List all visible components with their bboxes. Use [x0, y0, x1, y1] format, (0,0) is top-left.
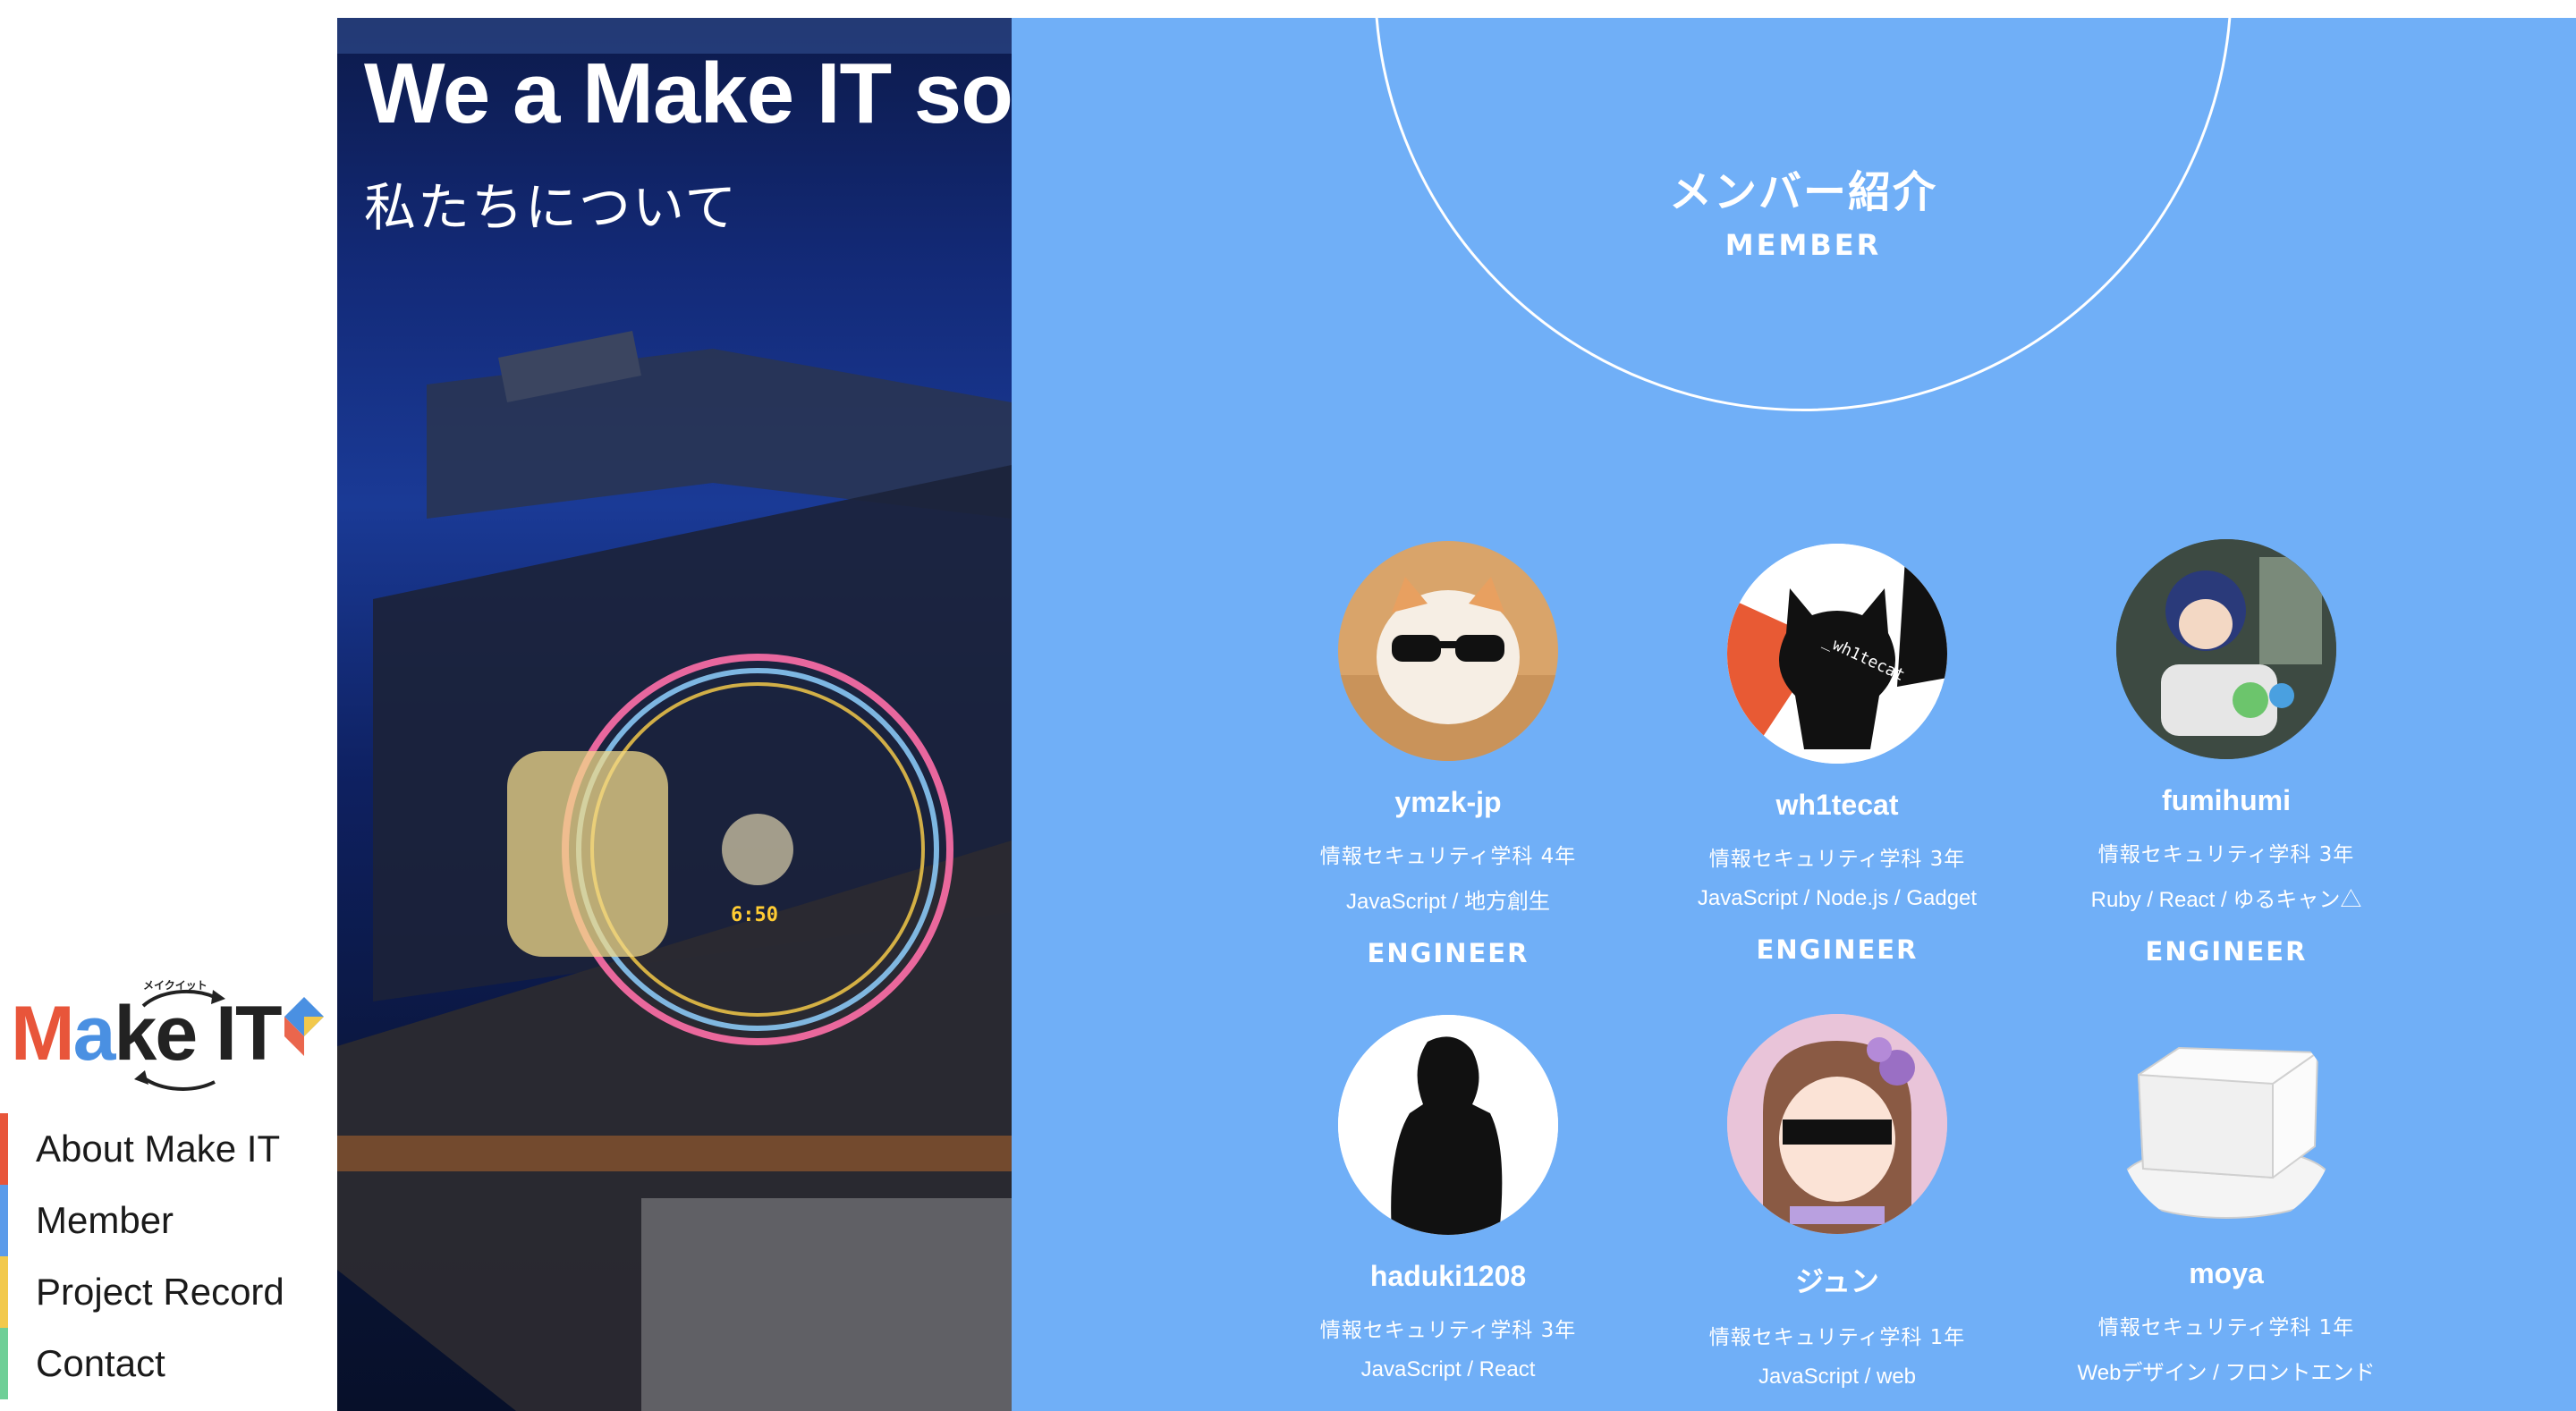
nav-item-label: About Make IT	[36, 1128, 281, 1170]
member-card[interactable]: haduki1208 情報セキュリティ学科 3年 JavaScript / Re…	[1251, 1015, 1645, 1382]
octocat-icon: _wh1tecat	[1727, 544, 1947, 764]
member-dept: 情報セキュリティ学科 1年	[2097, 1316, 2355, 1339]
section-title: メンバー紹介	[1668, 167, 1937, 217]
member-role: ENGINEER	[1756, 934, 1919, 965]
member-skills: Webデザイン / フロントエンド	[2077, 1361, 2376, 1385]
main-nav: About Make IT Member Project Record Cont…	[0, 1113, 337, 1399]
member-skills: JavaScript / 地方創生	[1345, 890, 1551, 914]
logo-text: Make IT	[11, 991, 282, 1077]
member-name: ジュン	[1795, 1265, 1879, 1297]
member-card[interactable]: ジュン 情報セキュリティ学科 1年 JavaScript / web	[1640, 1014, 2034, 1390]
nav-item-member[interactable]: Member	[0, 1185, 337, 1256]
member-role: ENGINEER	[1367, 938, 1530, 968]
nav-item-label: Project Record	[36, 1271, 284, 1313]
nav-bar-red	[0, 1113, 8, 1185]
member-card[interactable]: _wh1tecat wh1tecat 情報セキュリティ学科 3年 JavaScr…	[1640, 544, 2034, 965]
member-card[interactable]: fumihumi 情報セキュリティ学科 3年 Ruby / React / ゆる…	[2029, 539, 2423, 967]
member-name: wh1tecat	[1775, 789, 1899, 821]
member-card[interactable]: moya 情報セキュリティ学科 1年 Webデザイン / フロントエンド	[2029, 1012, 2423, 1386]
anime-girl-icon	[1727, 1014, 1947, 1234]
member-dept: 情報セキュリティ学科 3年	[1708, 848, 1966, 871]
nav-item-label: Member	[36, 1199, 174, 1241]
member-name: moya	[2189, 1257, 2264, 1289]
tofu-icon	[2116, 1012, 2336, 1232]
nav-bar-yellow	[0, 1256, 8, 1328]
figure-photo-icon	[2116, 539, 2336, 759]
member-name: ymzk-jp	[1394, 786, 1502, 818]
member-skills: JavaScript / Node.js / Gadget	[1697, 886, 1978, 910]
sidebar: メイクイット Make IT About Make IT Member Proj…	[0, 0, 337, 1411]
member-name: haduki1208	[1369, 1260, 1527, 1292]
member-dept: 情報セキュリティ学科 1年	[1708, 1326, 1966, 1349]
member-skills: JavaScript / web	[1758, 1365, 1917, 1389]
cat-sunglasses-icon	[1338, 541, 1558, 761]
nav-bar-blue	[0, 1185, 8, 1256]
member-dept: 情報セキュリティ学科 3年	[1319, 1319, 1577, 1342]
member-card[interactable]: ymzk-jp 情報セキュリティ学科 4年 JavaScript / 地方創生 …	[1251, 541, 1645, 968]
member-skills: Ruby / React / ゆるキャン△	[2090, 888, 2362, 912]
hero-photo: 6:50 We a Make IT soldier. 私たちについて	[337, 18, 1012, 1411]
hero-subtitle: 私たちについて	[364, 177, 739, 238]
member-dept: 情報セキュリティ学科 4年	[1319, 845, 1577, 868]
member-role: ENGINEER	[2145, 936, 2308, 967]
member-dept: 情報セキュリティ学科 3年	[2097, 843, 2355, 866]
make-it-logo[interactable]: メイクイット Make IT	[9, 970, 331, 1095]
nav-item-label: Contact	[36, 1342, 165, 1384]
member-panel: メンバー紹介 MEMBER ymzk-jp 情報セキュリティ学科 4年 Java…	[1012, 18, 2576, 1411]
hero-title: We a Make IT soldier.	[364, 46, 1012, 141]
nav-item-about[interactable]: About Make IT	[0, 1113, 337, 1185]
member-name: fumihumi	[2162, 784, 2291, 816]
ferris-wheel-clock: 6:50	[731, 904, 778, 926]
nav-bar-green	[0, 1328, 8, 1399]
nav-item-project-record[interactable]: Project Record	[0, 1256, 337, 1328]
nav-item-contact[interactable]: Contact	[0, 1328, 337, 1399]
member-skills: JavaScript / React	[1360, 1357, 1536, 1381]
silhouette-icon	[1338, 1015, 1558, 1235]
section-subtitle: MEMBER	[1724, 228, 1882, 262]
